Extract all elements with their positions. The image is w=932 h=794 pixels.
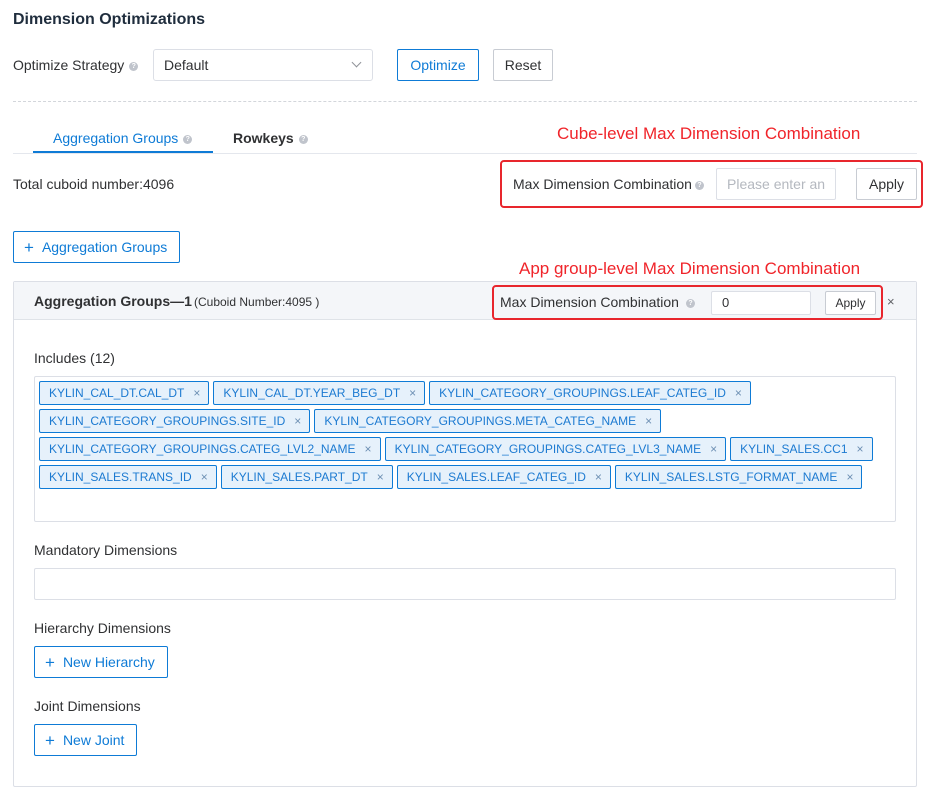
include-tag[interactable]: KYLIN_CAL_DT.YEAR_BEG_DT ×: [213, 381, 426, 405]
include-tag-label: KYLIN_CATEGORY_GROUPINGS.META_CATEG_NAME: [324, 414, 637, 428]
total-cuboid-number: Total cuboid number:4096: [13, 176, 175, 192]
includes-label: Includes (12): [34, 350, 115, 366]
aggregation-group-panel: Aggregation Groups—1 (Cuboid Number:4095…: [13, 281, 917, 787]
hierarchy-dimensions-label: Hierarchy Dimensions: [34, 620, 171, 636]
close-icon[interactable]: ×: [193, 386, 200, 400]
cube-max-dim-label-text: Max Dimension Combination: [513, 176, 692, 192]
include-tag-label: KYLIN_SALES.LEAF_CATEG_ID: [406, 470, 586, 484]
new-hierarchy-button[interactable]: + New Hierarchy: [34, 646, 168, 678]
aggregation-group-cuboid-number: (Cuboid Number:4095 ): [194, 295, 320, 309]
question-circle-icon[interactable]: ?: [129, 61, 139, 71]
include-tag[interactable]: KYLIN_SALES.CC1 ×: [730, 437, 873, 461]
cube-apply-button[interactable]: Apply: [856, 168, 917, 200]
optimize-button[interactable]: Optimize: [397, 49, 479, 81]
plus-icon: +: [45, 653, 55, 672]
question-circle-icon[interactable]: ?: [694, 180, 704, 190]
close-icon[interactable]: ×: [857, 442, 864, 456]
include-tag-label: KYLIN_SALES.TRANS_ID: [49, 470, 192, 484]
tab-aggregation-groups-label: Aggregation Groups: [53, 130, 179, 146]
include-tag[interactable]: KYLIN_CATEGORY_GROUPINGS.CATEG_LVL2_NAME…: [39, 437, 381, 461]
close-icon[interactable]: ×: [595, 470, 602, 484]
add-aggregation-group-button[interactable]: + Aggregation Groups: [13, 231, 181, 263]
include-tag[interactable]: KYLIN_CATEGORY_GROUPINGS.CATEG_LVL3_NAME…: [384, 437, 727, 461]
new-joint-button[interactable]: + New Joint: [34, 724, 138, 756]
include-tag[interactable]: KYLIN_CAL_DT.CAL_DT ×: [39, 381, 210, 405]
add-aggregation-group-label: Aggregation Groups: [41, 239, 168, 255]
include-tag-label: KYLIN_SALES.PART_DT: [230, 470, 368, 484]
close-icon[interactable]: ×: [887, 294, 895, 309]
new-joint-label: New Joint: [62, 732, 125, 748]
plus-icon: +: [45, 731, 55, 750]
include-tag-label: KYLIN_SALES.LSTG_FORMAT_NAME: [624, 470, 838, 484]
include-tag[interactable]: KYLIN_CATEGORY_GROUPINGS.SITE_ID ×: [39, 409, 311, 433]
include-tag-label: KYLIN_SALES.CC1: [740, 442, 848, 456]
page-title: Dimension Optimizations: [13, 11, 206, 28]
optimize-strategy-value: Default: [164, 57, 209, 73]
chevron-down-icon: [351, 57, 362, 68]
include-tag-label: KYLIN_CAL_DT.CAL_DT: [49, 386, 185, 400]
close-icon[interactable]: ×: [846, 470, 853, 484]
close-icon[interactable]: ×: [645, 414, 652, 428]
include-tag[interactable]: KYLIN_SALES.TRANS_ID ×: [39, 465, 217, 489]
question-circle-icon[interactable]: ?: [183, 134, 193, 144]
reset-button[interactable]: Reset: [493, 49, 553, 81]
group-max-dim-input[interactable]: 0: [711, 291, 811, 315]
tab-rowkeys[interactable]: Rowkeys?: [233, 130, 308, 146]
close-icon[interactable]: ×: [201, 470, 208, 484]
tabs-baseline: [13, 153, 917, 154]
close-icon[interactable]: ×: [365, 442, 372, 456]
group-max-dim-label: Max Dimension Combination?: [500, 294, 695, 310]
group-apply-button[interactable]: Apply: [825, 291, 876, 315]
question-circle-icon[interactable]: ?: [685, 298, 695, 308]
mandatory-dimensions-label: Mandatory Dimensions: [34, 542, 178, 558]
section-divider: [13, 101, 917, 102]
new-hierarchy-label: New Hierarchy: [62, 654, 155, 670]
tab-rowkeys-label: Rowkeys: [233, 130, 294, 146]
plus-icon: +: [24, 238, 34, 257]
close-icon[interactable]: ×: [294, 414, 301, 428]
include-tag[interactable]: KYLIN_CATEGORY_GROUPINGS.META_CATEG_NAME…: [314, 409, 662, 433]
include-tag[interactable]: KYLIN_CATEGORY_GROUPINGS.LEAF_CATEG_ID ×: [429, 381, 751, 405]
includes-tag-list: KYLIN_CAL_DT.CAL_DT × KYLIN_CAL_DT.YEAR_BE…: [39, 381, 891, 493]
cube-max-dim-label: Max Dimension Combination?: [513, 176, 704, 192]
include-tag[interactable]: KYLIN_SALES.LSTG_FORMAT_NAME ×: [614, 465, 863, 489]
joint-dimensions-label: Joint Dimensions: [34, 698, 141, 714]
include-tag-label: KYLIN_CATEGORY_GROUPINGS.LEAF_CATEG_ID: [439, 386, 726, 400]
close-icon[interactable]: ×: [409, 386, 416, 400]
optimize-strategy-label: Optimize Strategy?: [13, 57, 139, 73]
include-tag-label: KYLIN_CATEGORY_GROUPINGS.SITE_ID: [49, 414, 286, 428]
include-tag-label: KYLIN_CATEGORY_GROUPINGS.CATEG_LVL2_NAME: [49, 442, 356, 456]
include-tag[interactable]: KYLIN_SALES.PART_DT ×: [220, 465, 393, 489]
include-tag-label: KYLIN_CATEGORY_GROUPINGS.CATEG_LVL3_NAME: [394, 442, 702, 456]
include-tag-label: KYLIN_CAL_DT.YEAR_BEG_DT: [223, 386, 401, 400]
tab-aggregation-groups[interactable]: Aggregation Groups?: [53, 130, 193, 146]
cube-max-dim-input[interactable]: Please enter an: [716, 168, 836, 200]
aggregation-group-title: Aggregation Groups—1: [34, 293, 192, 309]
optimize-strategy-label-text: Optimize Strategy: [13, 57, 125, 73]
cube-level-annotation: Cube-level Max Dimension Combination: [557, 124, 861, 143]
group-level-annotation: App group-level Max Dimension Combinatio…: [519, 259, 861, 278]
close-icon[interactable]: ×: [710, 442, 717, 456]
close-icon[interactable]: ×: [377, 470, 384, 484]
active-tab-indicator: [33, 151, 213, 153]
include-tag[interactable]: KYLIN_SALES.LEAF_CATEG_ID ×: [396, 465, 611, 489]
question-circle-icon[interactable]: ?: [298, 134, 308, 144]
close-icon[interactable]: ×: [735, 386, 742, 400]
optimize-strategy-select[interactable]: Default: [153, 49, 373, 81]
includes-tag-input[interactable]: KYLIN_CAL_DT.CAL_DT × KYLIN_CAL_DT.YEAR_BE…: [34, 376, 896, 522]
group-max-dim-label-text: Max Dimension Combination: [500, 294, 679, 310]
mandatory-dimensions-input[interactable]: [34, 568, 896, 600]
